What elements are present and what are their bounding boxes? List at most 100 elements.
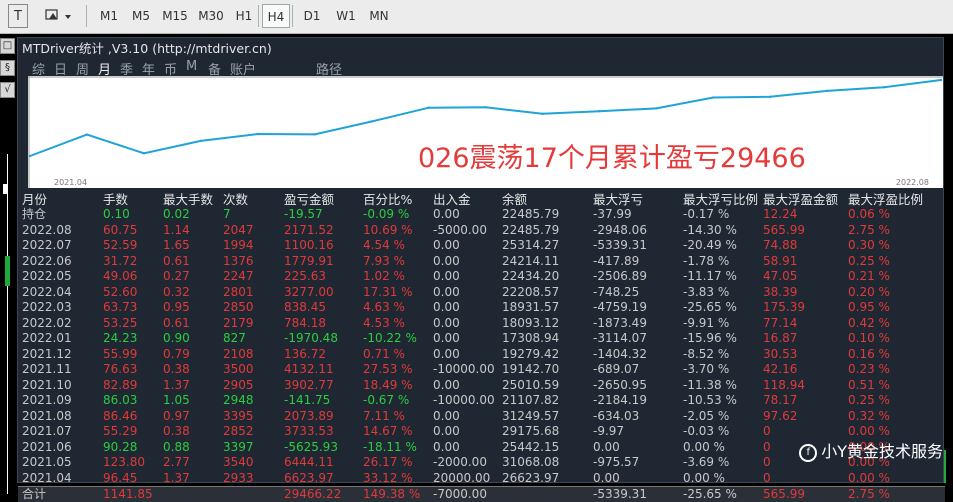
cell-col-8: -2506.89 xyxy=(593,269,647,283)
watermark-text: 小Y黄金技术服务 xyxy=(821,442,943,461)
cell-col-7: 余额 xyxy=(502,192,528,207)
cell-col-8: -1873.49 xyxy=(593,315,647,330)
cell-col-2: 0.32 xyxy=(163,284,190,299)
cell-col-3: 3395 xyxy=(223,408,254,423)
cell-col-10: 565.99 xyxy=(763,487,805,501)
cell-col-6: 0.00 xyxy=(433,269,460,283)
cell-col-10: 97.62 xyxy=(763,408,798,423)
collapse-button[interactable]: □ xyxy=(0,38,15,54)
timeframe-button-mn[interactable]: MN xyxy=(365,4,393,28)
cell-col-9: -8.52 % xyxy=(683,346,730,361)
table-row: 2022.07 52.59 1.65 1994 1100.16 4.54 % 0.00 253… xyxy=(18,238,945,253)
balance-point xyxy=(768,95,772,98)
balance-point xyxy=(370,120,373,123)
check-button[interactable]: √ xyxy=(0,82,15,98)
headline-annotation: 026震荡17个月累计盈亏29466 xyxy=(418,143,806,174)
mode-button[interactable]: § xyxy=(0,60,15,76)
cell-col-5: 14.67 % xyxy=(363,424,413,438)
cell-col-1: 96.45 xyxy=(103,470,138,485)
cell-col-2: 1.05 xyxy=(163,393,190,407)
shapes-dropdown-button[interactable] xyxy=(40,4,76,28)
cell-col-3: 2850 xyxy=(223,300,254,314)
cell-col-11: 0.16 % xyxy=(848,346,890,361)
cell-col-3: 2852 xyxy=(223,424,254,438)
cell-col-0: 2022.04 xyxy=(22,284,72,299)
cell-col-11: 2.75 % xyxy=(848,487,890,501)
cell-col-7: 31249.57 xyxy=(502,408,560,423)
cell-col-6: 0.00 xyxy=(433,346,460,361)
table-row: 2022.01 24.23 0.90 827 -1970.48 -10.22 % 0.00 1… xyxy=(18,331,945,346)
cell-col-8: -1404.32 xyxy=(593,346,647,361)
cell-col-11: 0.00 % xyxy=(848,470,890,485)
tab-7[interactable]: M xyxy=(186,59,197,74)
cell-col-8: -2650.95 xyxy=(593,377,647,392)
timeframe-button-m15[interactable]: M15 xyxy=(160,4,190,28)
cell-col-10: 58.91 xyxy=(763,253,798,268)
cell-col-7: 22208.57 xyxy=(502,284,560,299)
table-row: 2021.04 96.45 1.37 2933 6623.97 33.12 % 20000.… xyxy=(18,471,945,486)
cell-col-7: 24214.11 xyxy=(502,253,560,268)
cell-col-9: 0.00 % xyxy=(683,470,725,485)
left-strip: □ § √ xyxy=(0,34,16,494)
cell-col-0: 2022.02 xyxy=(22,315,72,330)
cell-col-4: -141.75 xyxy=(284,393,331,407)
cell-col-5: 7.11 % xyxy=(363,408,405,423)
cell-col-9: 最大浮亏比例 xyxy=(683,192,759,207)
cell-col-4: -5625.93 xyxy=(284,439,338,454)
balance-point xyxy=(655,107,658,110)
timeframe-button-w1[interactable]: W1 xyxy=(333,4,359,28)
cell-col-0: 2021.11 xyxy=(22,362,72,376)
cell-col-5: -10.22 % xyxy=(363,331,417,345)
cell-col-10: 0 xyxy=(763,424,771,438)
timeframe-button-h1[interactable]: H1 xyxy=(232,4,256,28)
cell-col-8: -417.89 xyxy=(593,253,640,268)
table-row: 2022.04 52.60 0.32 2801 3277.00 17.31 % 0.00 22… xyxy=(18,285,945,300)
cell-col-1: 76.63 xyxy=(103,362,138,376)
cell-col-7: 18931.57 xyxy=(502,300,560,314)
timeframe-button-d1[interactable]: D1 xyxy=(299,4,325,28)
cell-col-6: -7000.00 xyxy=(433,487,487,501)
cell-col-6: 0.00 xyxy=(433,284,460,299)
table-row: 2021.11 76.63 0.38 3500 4132.11 27.53 % -10000… xyxy=(18,362,945,377)
cell-col-8: -4759.19 xyxy=(593,300,647,314)
cell-col-4: 1779.91 xyxy=(284,253,334,268)
cell-col-1: 53.25 xyxy=(103,315,138,330)
cell-col-7: 17308.94 xyxy=(502,331,560,345)
table-row: 2021.12 55.99 0.79 2108 136.72 0.71 % 0.00 1927… xyxy=(18,347,945,362)
cell-col-6: -10000.00 xyxy=(433,393,495,407)
cell-col-6: 20000.00 xyxy=(433,470,491,485)
cell-col-10: 30.53 xyxy=(763,346,798,361)
table-row: 2022.05 49.06 0.27 2247 225.63 1.02 % 0.00 2243… xyxy=(18,269,945,284)
cell-col-2: 0.27 xyxy=(163,269,190,283)
cell-col-4: 3733.53 xyxy=(284,424,334,438)
cell-col-11: 0.25 % xyxy=(848,393,890,407)
cell-col-2: 1.14 xyxy=(163,222,190,237)
cell-col-6: 0.00 xyxy=(433,424,460,438)
cell-col-1: 52.59 xyxy=(103,238,138,252)
cell-col-1: 31.72 xyxy=(103,253,138,268)
timeframe-button-m30[interactable]: M30 xyxy=(196,4,226,28)
cell-col-2: 0.61 xyxy=(163,253,190,268)
balance-point xyxy=(484,106,487,109)
cell-col-4: 29466.22 xyxy=(284,487,342,501)
timeframe-button-m1[interactable]: M1 xyxy=(96,4,122,28)
cell-col-3: 3397 xyxy=(223,439,254,454)
cell-col-3: 2108 xyxy=(223,346,254,361)
cell-col-6: 0.00 xyxy=(433,408,460,423)
timeframe-button-m5[interactable]: M5 xyxy=(128,4,154,28)
timeframe-button-h4[interactable]: H4 xyxy=(262,4,290,28)
chevron-down-icon xyxy=(65,15,71,19)
cell-col-11: 0.23 % xyxy=(848,362,890,376)
table-row: 2021.07 55.29 0.38 2852 3733.53 14.67 % 0.00 29… xyxy=(18,424,945,439)
cell-col-5: 4.53 % xyxy=(363,315,405,330)
cell-col-7: 25442.15 xyxy=(502,439,560,454)
cell-col-5: 4.63 % xyxy=(363,300,405,314)
cell-col-0: 持仓 xyxy=(22,207,47,221)
cell-col-2: 0.02 xyxy=(163,207,190,221)
watermark: f 小Y黄金技术服务 xyxy=(799,438,943,462)
cell-col-1: 52.60 xyxy=(103,284,138,299)
cell-col-7: 25314.27 xyxy=(502,238,560,252)
cell-col-7: 21107.82 xyxy=(502,393,560,407)
cell-col-11: 最大浮盈比例 xyxy=(848,192,924,207)
text-tool-button[interactable]: T xyxy=(8,4,28,28)
